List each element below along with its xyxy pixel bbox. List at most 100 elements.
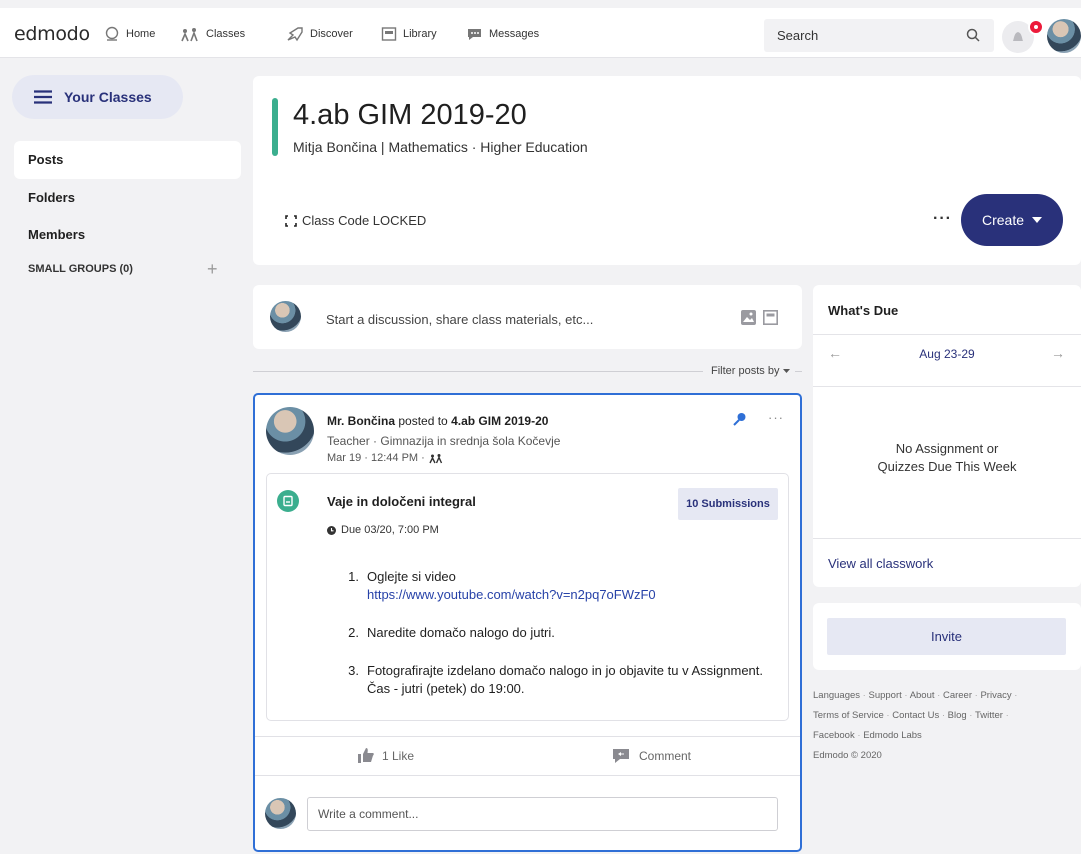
menu-icon bbox=[34, 90, 52, 104]
no-assignments-line-1: No Assignment or bbox=[895, 441, 999, 456]
search-icon[interactable] bbox=[966, 28, 980, 42]
sidebar-item-folders[interactable]: Folders bbox=[14, 179, 241, 217]
search-placeholder: Search bbox=[777, 28, 819, 43]
pin-icon[interactable] bbox=[733, 412, 747, 426]
nav-library-label: Library bbox=[403, 28, 437, 40]
post-actions-bar: 1 Like Comment bbox=[255, 736, 800, 776]
comment-icon bbox=[613, 749, 629, 763]
nav-classes[interactable]: Classes bbox=[180, 26, 245, 42]
footer-link-edmodo-labs[interactable]: Edmodo Labs bbox=[863, 730, 922, 741]
library-attach-icon[interactable] bbox=[763, 310, 778, 325]
step-number: 1. bbox=[348, 569, 359, 584]
top-navigation-bar: edmodo Home Classes Discover Library Mes… bbox=[0, 8, 1081, 58]
nav-messages[interactable]: Messages bbox=[466, 26, 539, 42]
notification-badge bbox=[1028, 19, 1044, 35]
create-button[interactable]: Create bbox=[961, 194, 1063, 246]
discover-icon bbox=[287, 27, 303, 42]
post-composer[interactable]: Start a discussion, share class material… bbox=[253, 285, 802, 349]
add-small-group-button[interactable]: + bbox=[207, 259, 218, 280]
nav-discover-label: Discover bbox=[310, 28, 353, 40]
nav-library[interactable]: Library bbox=[381, 26, 437, 42]
due-text: Due 03/20, 7:00 PM bbox=[341, 524, 439, 536]
classes-icon bbox=[429, 453, 442, 463]
class-subtitle: Mitja Bončina | Mathematics · Higher Edu… bbox=[293, 139, 588, 155]
assignment-card[interactable]: Vaje in določeni integral 10 Submissions… bbox=[266, 473, 789, 721]
step-number: 3. bbox=[348, 663, 359, 678]
user-avatar[interactable] bbox=[1047, 19, 1081, 53]
comment-button[interactable]: Comment bbox=[611, 748, 691, 764]
next-week-arrow-icon[interactable]: → bbox=[1051, 345, 1065, 361]
week-range: Aug 23-29 bbox=[919, 347, 975, 361]
divider bbox=[813, 386, 1081, 387]
composer-avatar bbox=[270, 301, 301, 332]
youtube-link[interactable]: https://www.youtube.com/watch?v=n2pq7oFW… bbox=[367, 587, 656, 602]
instruction-step: 2. Naredite domačo nalogo do jutri. bbox=[327, 624, 787, 642]
step-text: Naredite domačo nalogo do jutri. bbox=[367, 625, 555, 640]
step-text: Oglejte si video bbox=[367, 569, 456, 584]
footer-link-facebook[interactable]: Facebook bbox=[813, 730, 855, 741]
your-classes-button[interactable]: Your Classes bbox=[12, 75, 183, 119]
footer-link-terms[interactable]: Terms of Service bbox=[813, 710, 884, 721]
nav-messages-label: Messages bbox=[489, 28, 540, 40]
footer-link-twitter[interactable]: Twitter bbox=[975, 710, 1003, 721]
footer: Languages · Support · About · Career · P… bbox=[813, 686, 1073, 766]
footer-links-row-1: Languages · Support · About · Career · P… bbox=[813, 690, 1018, 701]
sidebar-item-members[interactable]: Members bbox=[14, 216, 241, 254]
library-icon bbox=[381, 27, 397, 41]
step-number: 2. bbox=[348, 625, 359, 640]
small-groups-label: SMALL GROUPS (0) bbox=[28, 263, 133, 275]
footer-links-row-2: Terms of Service · Contact Us · Blog · T… bbox=[813, 710, 1009, 721]
divider bbox=[813, 538, 1081, 539]
footer-links-row-3: Facebook · Edmodo Labs bbox=[813, 730, 922, 741]
home-icon bbox=[105, 26, 119, 41]
footer-link-support[interactable]: Support bbox=[868, 690, 901, 701]
comment-label: Comment bbox=[639, 749, 692, 763]
class-more-options-button[interactable]: ··· bbox=[933, 210, 952, 228]
class-code[interactable]: Class Code LOCKED bbox=[284, 213, 426, 228]
footer-link-contact[interactable]: Contact Us bbox=[892, 710, 939, 721]
nav-home[interactable]: Home bbox=[104, 26, 155, 42]
search-field[interactable]: Search bbox=[764, 19, 994, 52]
nav-home-label: Home bbox=[126, 28, 156, 40]
whats-due-card: What's Due ← Aug 23-29 → No Assignment o… bbox=[813, 285, 1081, 587]
footer-link-blog[interactable]: Blog bbox=[948, 710, 967, 721]
class-code-label: Class Code LOCKED bbox=[302, 213, 427, 228]
class-title: 4.ab GIM 2019-20 bbox=[293, 99, 527, 131]
post-target-class[interactable]: 4.ab GIM 2019-20 bbox=[451, 414, 548, 428]
post-time-text: Mar 19 · 12:44 PM · bbox=[327, 452, 425, 464]
author-avatar[interactable] bbox=[266, 407, 314, 455]
sidebar-item-posts[interactable]: Posts bbox=[14, 141, 241, 179]
messages-icon bbox=[468, 29, 481, 40]
image-icon[interactable] bbox=[741, 310, 756, 325]
class-header-card: 4.ab GIM 2019-20 Mitja Bončina | Mathema… bbox=[253, 76, 1081, 265]
filter-posts-dropdown[interactable]: Filter posts by bbox=[711, 365, 790, 377]
your-classes-label: Your Classes bbox=[64, 89, 152, 105]
assignment-instructions: 1. Oglejte si video https://www.youtube.c… bbox=[327, 568, 787, 718]
footer-link-languages[interactable]: Languages bbox=[813, 690, 860, 701]
post-more-options-button[interactable]: ··· bbox=[768, 410, 784, 425]
post-author-name[interactable]: Mr. Bončina bbox=[327, 414, 395, 428]
assignment-due-date: Due 03/20, 7:00 PM bbox=[327, 524, 439, 536]
footer-link-about[interactable]: About bbox=[910, 690, 935, 701]
footer-link-career[interactable]: Career bbox=[943, 690, 972, 701]
footer-link-privacy[interactable]: Privacy bbox=[980, 690, 1011, 701]
assignment-title[interactable]: Vaje in določeni integral bbox=[327, 494, 476, 509]
post-header: Mr. Bončina posted to 4.ab GIM 2019-20 bbox=[327, 414, 548, 428]
composer-placeholder[interactable]: Start a discussion, share class material… bbox=[326, 312, 593, 327]
invite-button[interactable]: Invite bbox=[827, 618, 1066, 655]
caret-down-icon bbox=[1032, 217, 1043, 223]
filter-divider bbox=[253, 371, 703, 372]
assignment-post: Mr. Bončina posted to 4.ab GIM 2019-20 T… bbox=[253, 393, 802, 852]
view-all-classwork-link[interactable]: View all classwork bbox=[828, 556, 933, 571]
nav-discover[interactable]: Discover bbox=[286, 26, 353, 42]
whats-due-heading: What's Due bbox=[828, 303, 899, 318]
edmodo-logo[interactable]: edmodo bbox=[14, 23, 90, 45]
comment-input[interactable]: Write a comment... bbox=[307, 797, 778, 831]
clock-icon bbox=[327, 525, 336, 535]
code-brackets-icon bbox=[285, 214, 297, 227]
week-navigator: ← Aug 23-29 → bbox=[813, 345, 1081, 365]
filter-posts-label: Filter posts by bbox=[711, 365, 780, 377]
like-button[interactable]: 1 Like bbox=[358, 748, 414, 763]
submissions-button[interactable]: 10 Submissions bbox=[678, 488, 778, 520]
caret-down-icon bbox=[782, 369, 790, 373]
